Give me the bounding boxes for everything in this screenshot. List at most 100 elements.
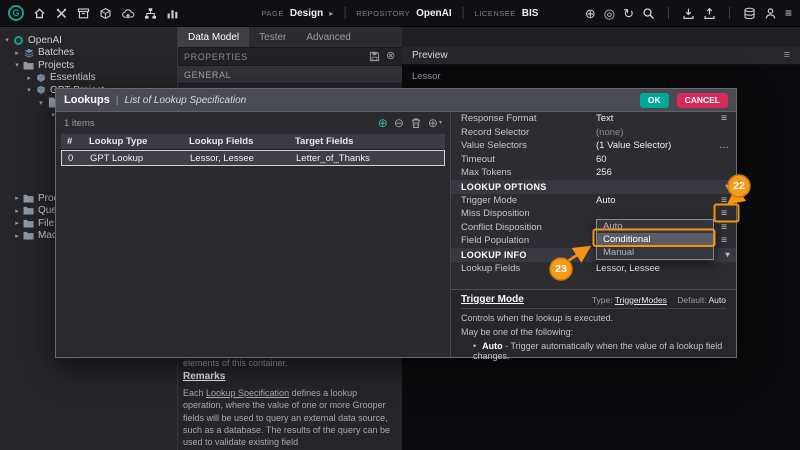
type-link[interactable]: TriggerModes	[615, 295, 667, 305]
expander-icon[interactable]: ▸	[12, 49, 22, 57]
dropdown-option-auto[interactable]: Auto	[597, 220, 713, 233]
cell-lookup-type: GPT Lookup	[87, 153, 187, 164]
menu-icon[interactable]: ≡	[717, 235, 731, 246]
grooper-root-icon	[12, 36, 25, 45]
tree-item-projects[interactable]: ▾ Projects	[0, 59, 177, 72]
folder-icon	[22, 231, 35, 240]
tree-item-label: Batches	[38, 47, 74, 58]
cell-number: 0	[62, 153, 87, 164]
menu-icon[interactable]: ≡	[784, 50, 790, 61]
repository-value[interactable]: OpenAI	[416, 8, 452, 19]
property-help-text: elements of this container. Remarks Each…	[183, 358, 396, 448]
section-lookup-options[interactable]: LOOKUP OPTIONS ▾	[451, 180, 736, 194]
list-toolbar: 1 items ⊕ ⊖ ⊕▾	[56, 112, 450, 134]
folder-icon	[22, 219, 35, 228]
download-icon[interactable]	[682, 7, 695, 20]
tab-data-model[interactable]: Data Model	[178, 27, 249, 47]
prop-row-timeout[interactable]: Timeout 60	[451, 153, 736, 167]
lookup-specification-link[interactable]: Lookup Specification	[206, 388, 289, 398]
bar-chart-icon[interactable]	[166, 7, 179, 20]
title-separator: |	[116, 95, 119, 106]
add-dropdown-icon[interactable]: ⊕▾	[428, 117, 442, 129]
app-window: G PAGE Design ▸ REPOSITORY OpenAI LICENS…	[0, 0, 800, 450]
add-item-icon[interactable]: ⊕	[378, 117, 388, 129]
prop-row-lookup-fields[interactable]: Lookup Fields Lessor, Lessee	[451, 262, 736, 276]
tab-tester[interactable]: Tester	[249, 27, 296, 47]
expander-icon[interactable]: ▸	[24, 74, 34, 82]
trash-icon[interactable]	[410, 117, 422, 129]
prop-row-trigger-mode[interactable]: Trigger Mode Auto ≡	[451, 194, 736, 208]
tools-icon[interactable]	[55, 7, 68, 20]
folder-icon	[22, 61, 35, 70]
prop-row-max-tokens[interactable]: Max Tokens 256	[451, 166, 736, 180]
cell-target-fields: Letter_of_Thanks	[293, 153, 444, 164]
prop-row-response-format[interactable]: Response Format Text ≡	[451, 112, 736, 126]
menu-icon[interactable]: ≡	[717, 113, 731, 124]
topbar: G PAGE Design ▸ REPOSITORY OpenAI LICENS…	[0, 0, 800, 27]
chevron-down-icon[interactable]: ▾	[726, 182, 730, 191]
breadcrumb: PAGE Design ▸ REPOSITORY OpenAI LICENSEE…	[262, 7, 539, 19]
hamburger-menu-icon[interactable]: ≡	[785, 7, 792, 19]
grooper-logo-icon[interactable]: G	[8, 5, 24, 21]
search-icon[interactable]	[642, 7, 655, 20]
expander-icon[interactable]: ▸	[12, 207, 22, 215]
table-row[interactable]: 0 GPT Lookup Lessor, Lessee Letter_of_Th…	[61, 150, 445, 166]
package-icon[interactable]	[99, 7, 112, 20]
user-icon[interactable]	[764, 7, 777, 20]
tree-item-batches[interactable]: ▸ Batches	[0, 47, 177, 60]
preview-title: Preview	[412, 50, 448, 61]
lookup-list-panel: 1 items ⊕ ⊖ ⊕▾ # Lookup Type Lookup Fiel…	[56, 112, 451, 357]
expander-icon[interactable]: ▸	[12, 232, 22, 240]
dropdown-option-conditional[interactable]: Conditional	[597, 233, 713, 246]
chevron-right-icon[interactable]: ▸	[329, 9, 333, 18]
refresh-icon[interactable]: ↻	[623, 7, 634, 20]
add-circle-icon[interactable]: ⊕	[585, 7, 596, 20]
cancel-button[interactable]: CANCEL	[677, 93, 728, 108]
general-section-header[interactable]: GENERAL	[178, 66, 402, 84]
cell-lookup-fields: Lessor, Lessee	[187, 153, 293, 164]
chevron-down-icon[interactable]: ▾	[726, 250, 730, 259]
lookup-table: # Lookup Type Lookup Fields Target Field…	[61, 134, 445, 166]
tree-item-essentials[interactable]: ▸ Essentials	[0, 72, 177, 85]
page-value[interactable]: Design	[290, 8, 323, 19]
topbar-left-icons: G	[8, 5, 179, 21]
menu-icon[interactable]: ≡	[717, 222, 731, 233]
record-circle-icon[interactable]: ◎	[604, 7, 615, 20]
help-line-1: Controls when the lookup is executed.	[461, 313, 726, 323]
prop-row-value-selectors[interactable]: Value Selectors (1 Value Selector) …	[451, 139, 736, 153]
tree-item-label: Essentials	[50, 72, 96, 83]
help-meta: Type: TriggerModes Default: Auto	[592, 295, 726, 305]
expander-icon[interactable]: ▸	[12, 219, 22, 227]
expander-icon[interactable]: ▸	[12, 194, 22, 202]
tree-item-openai[interactable]: ▾ OpenAI	[0, 34, 177, 47]
database-icon[interactable]	[743, 7, 756, 20]
help-tail: elements of this container.	[183, 358, 396, 368]
remove-item-icon[interactable]: ⊖	[394, 117, 404, 129]
upload-icon[interactable]	[703, 7, 716, 20]
licensee-value[interactable]: BIS	[522, 8, 539, 19]
divider	[344, 7, 345, 19]
ellipsis-icon[interactable]: …	[717, 140, 731, 151]
archive-icon[interactable]	[77, 7, 90, 20]
close-circle-icon[interactable]: ⊗	[386, 51, 396, 62]
dialog-titlebar[interactable]: Lookups | List of Lookup Specification O…	[56, 89, 736, 112]
preview-header: Preview ≡	[402, 47, 800, 65]
prop-row-record-selector[interactable]: Record Selector (none)	[451, 126, 736, 140]
lookups-dialog: Lookups | List of Lookup Specification O…	[55, 88, 737, 358]
expander-icon[interactable]: ▾	[24, 86, 34, 94]
topbar-right-icons: ⊕ ◎ ↻ ≡	[585, 7, 792, 20]
cloud-upload-icon[interactable]	[121, 7, 135, 20]
expander-icon[interactable]: ▾	[12, 61, 22, 69]
expander-icon[interactable]: ▾	[2, 36, 12, 44]
save-icon[interactable]	[369, 51, 380, 62]
tab-advanced[interactable]: Advanced	[296, 27, 360, 47]
caret-down-icon: ▾	[439, 120, 442, 126]
menu-icon[interactable]: ≡	[717, 208, 731, 219]
dropdown-option-manual[interactable]: Manual	[597, 246, 713, 259]
ok-button[interactable]: OK	[640, 93, 669, 108]
home-icon[interactable]	[33, 7, 46, 20]
sitemap-icon[interactable]	[144, 7, 157, 20]
expander-icon[interactable]: ▾	[36, 99, 46, 107]
menu-icon[interactable]: ≡	[717, 195, 731, 206]
remarks-title: Remarks	[183, 371, 396, 382]
